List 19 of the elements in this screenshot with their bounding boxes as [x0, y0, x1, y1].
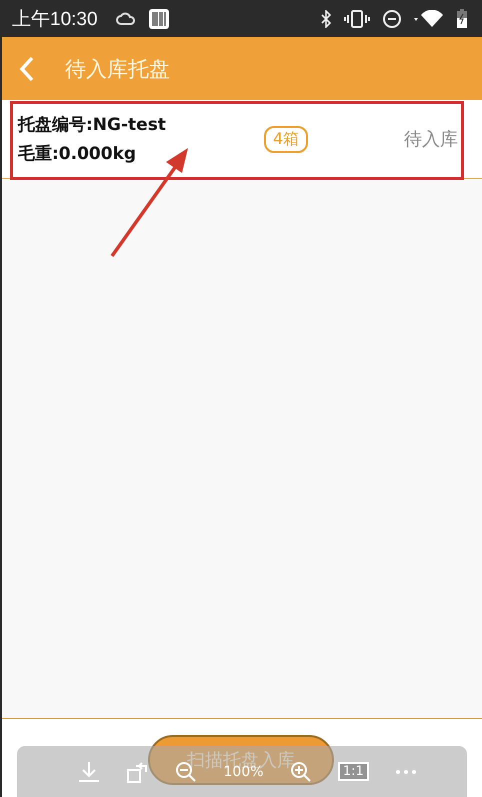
- actual-size-button[interactable]: 1:1: [338, 762, 369, 781]
- more-icon[interactable]: [394, 768, 417, 774]
- wifi-icon: [414, 10, 444, 28]
- rotate-icon[interactable]: [127, 760, 150, 782]
- status-time: 上午10:30: [12, 8, 98, 32]
- box-count-badge: 4箱: [264, 126, 308, 152]
- gross-weight: 毛重:0.000kg: [18, 143, 138, 165]
- battery-icon: [456, 8, 468, 28]
- bluetooth-icon: [320, 10, 332, 28]
- back-icon[interactable]: [19, 56, 35, 82]
- do-not-disturb-icon: [382, 8, 402, 28]
- page-title: 待入库托盘: [65, 56, 170, 82]
- pallet-list-item[interactable]: 托盘编号:NG-test 毛重:0.000kg 4箱 待入库: [2, 100, 482, 179]
- pallet-status: 待入库: [404, 128, 458, 151]
- cloud-icon: [116, 12, 136, 26]
- barcode-icon: [148, 8, 170, 30]
- vibrate-icon: [344, 10, 370, 28]
- pallet-number: 托盘编号:NG-test: [18, 114, 167, 136]
- download-icon[interactable]: [77, 760, 101, 782]
